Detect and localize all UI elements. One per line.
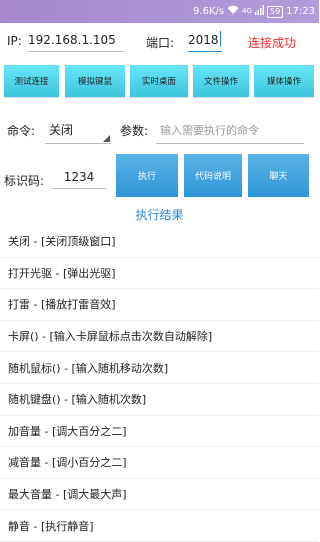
file-operations-button[interactable]: 文件操作 — [193, 65, 249, 97]
param-placeholder: 输入需要执行的命令 — [160, 124, 259, 137]
identity-row: 标识码: 1234 执行 代码说明 聊天 — [0, 154, 319, 198]
list-item[interactable]: 随机键盘() - [输入随机次数] — [0, 384, 319, 416]
live-desktop-button[interactable]: 实时桌面 — [130, 65, 188, 97]
identity-label: 标识码: — [4, 174, 45, 188]
identity-input[interactable]: 1234 — [52, 170, 106, 189]
command-row: 命令: 关闭 参数: 输入需要执行的命令 — [0, 115, 319, 147]
text-cursor — [220, 31, 221, 47]
code-help-button[interactable]: 代码说明 — [184, 154, 242, 197]
media-operations-button[interactable]: 媒体操作 — [254, 65, 314, 97]
command-select[interactable]: 关闭 — [45, 115, 111, 144]
port-input[interactable]: 2018 — [188, 33, 222, 52]
list-item[interactable]: 打开光驱 - [弹出光驱] — [0, 258, 319, 290]
status-bar: 9.6K/s 4G 59 17:23 — [0, 0, 319, 23]
list-item[interactable]: 最大音量 - [调大最大声] — [0, 479, 319, 511]
net-speed: 9.6K/s — [193, 6, 225, 17]
port-label: 端口: — [146, 36, 175, 50]
list-item[interactable]: 随机鼠标() - [输入随机移动次数] — [0, 352, 319, 384]
action-button-row: 测试连接 模拟键鼠 实时桌面 文件操作 媒体操作 — [0, 65, 319, 99]
list-item[interactable]: 加音量 - [调大百分之二] — [0, 416, 319, 448]
list-item[interactable]: 卡屏() - [输入卡屏鼠标点击次数自动解除] — [0, 321, 319, 353]
simulate-keyboard-mouse-button[interactable]: 模拟键鼠 — [65, 65, 125, 97]
command-label: 命令: — [7, 124, 36, 138]
list-item[interactable]: 静音 - [执行静音] — [0, 510, 319, 542]
param-input[interactable]: 输入需要执行的命令 — [156, 115, 304, 144]
ip-input[interactable]: 192.168.1.105 — [28, 33, 124, 52]
list-item[interactable]: 减音量 - [调小百分之二] — [0, 447, 319, 479]
list-item[interactable]: 关闭 - [关闭顶级窗口] — [0, 226, 319, 258]
signal-icon — [254, 5, 264, 18]
command-selected-value: 关闭 — [49, 123, 74, 137]
connection-row: IP: 192.168.1.105 端口: 2018 连接成功 — [0, 30, 319, 56]
param-label: 参数: — [120, 124, 149, 138]
connection-status: 连接成功 — [248, 36, 297, 50]
clock: 17:23 — [286, 6, 315, 17]
dropdown-triangle-icon — [103, 135, 110, 142]
network-type: 4G — [242, 7, 252, 15]
ip-label: IP: — [7, 34, 22, 48]
wifi-icon — [227, 5, 239, 18]
command-list: 关闭 - [关闭顶级窗口] 打开光驱 - [弹出光驱] 打雷 - [播放打雷音效… — [0, 226, 319, 542]
list-item[interactable]: 打雷 - [播放打雷音效] — [0, 289, 319, 321]
result-title: 执行结果 — [135, 208, 184, 222]
battery-icon: 59 — [266, 5, 284, 18]
execute-button[interactable]: 执行 — [116, 154, 178, 197]
chat-button[interactable]: 聊天 — [248, 154, 309, 197]
test-connection-button[interactable]: 测试连接 — [4, 65, 59, 97]
